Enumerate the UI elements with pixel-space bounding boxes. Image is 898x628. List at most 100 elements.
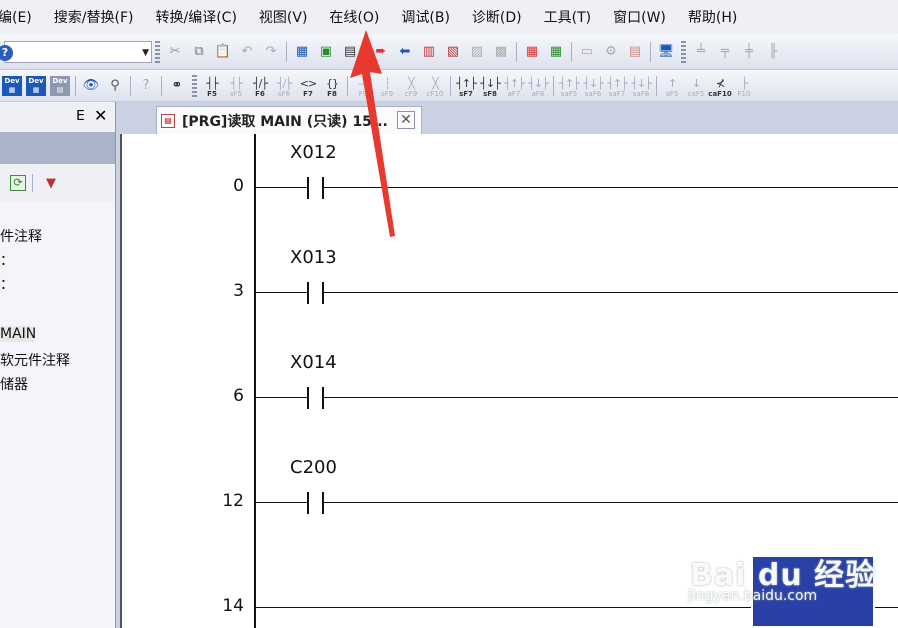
fkey-falling-edge-parallel[interactable]: ┤↓├ aF8 xyxy=(527,73,549,99)
ladder-insert-col-icon[interactable]: ╪ xyxy=(738,41,760,63)
device-test-icon[interactable]: ▦ xyxy=(545,41,567,63)
fkey-closed-contact[interactable]: ┤/├ F6 xyxy=(249,73,271,99)
watermark-url: jingyan.baidu.com xyxy=(688,588,818,604)
toolbar-grip[interactable] xyxy=(681,40,686,63)
rung-wire xyxy=(324,397,898,398)
menu-online[interactable]: 在线(O) xyxy=(329,7,379,27)
sampling-icon[interactable]: ▭ xyxy=(576,41,598,63)
toolbar-separator xyxy=(75,75,76,96)
rung-step-number: 6 xyxy=(233,386,244,406)
tree-item-device-comment[interactable]: 件注释 xyxy=(0,226,42,246)
menu-diagnostics[interactable]: 诊断(D) xyxy=(472,7,522,27)
fkey-open-contact[interactable]: ┤├ F5 xyxy=(201,73,223,99)
contact-device-label[interactable]: X014 xyxy=(290,352,337,373)
diagnose-icon[interactable]: ▤ xyxy=(624,41,646,63)
toolbar-grip[interactable] xyxy=(155,40,160,63)
device-read-icon[interactable]: Dev ▦ xyxy=(2,75,22,96)
panel-title-band xyxy=(0,132,115,164)
device-compare-icon[interactable]: Dev ▤ xyxy=(50,75,70,96)
fkey-coil[interactable]: <> F7 xyxy=(297,73,319,99)
menu-tools[interactable]: 工具(T) xyxy=(544,7,591,27)
contact-right-bar xyxy=(322,492,324,514)
rung-wire xyxy=(256,187,308,188)
fkey-open-contact-parallel[interactable]: ┤├ sF5 xyxy=(225,73,247,99)
display-icon[interactable]: 🖥 xyxy=(655,41,677,63)
contact-left-bar xyxy=(307,282,309,304)
menu-view[interactable]: 视图(V) xyxy=(259,7,308,27)
fkey-invert[interactable]: ⊀ caF10 xyxy=(708,73,731,99)
panel-toolbar: ⟳ ▼ xyxy=(0,164,115,202)
menu-window[interactable]: 窗口(W) xyxy=(613,7,666,27)
watch-icon[interactable]: 👁 xyxy=(80,75,102,97)
cut-icon[interactable]: ✂ xyxy=(164,41,186,63)
rung-step-number: 14 xyxy=(222,596,244,616)
ladder-delete-row-icon[interactable]: ╤ xyxy=(714,41,736,63)
fkey-rising-edge[interactable]: ┤↑├ sF7 xyxy=(455,73,477,99)
toolbar-separator xyxy=(650,41,651,62)
write-to-plc-icon[interactable]: ▦ xyxy=(291,41,313,63)
contact-device-label[interactable]: X013 xyxy=(290,247,337,268)
tree-item[interactable]: ： xyxy=(0,274,14,294)
pin-icon[interactable]: ⴹ xyxy=(76,108,85,124)
monitor-write-icon[interactable]: ▨ xyxy=(466,41,488,63)
fkey-neg-falling-edge[interactable]: ┤↓├ saF6 xyxy=(582,73,604,99)
fkey-op-rising[interactable]: ↑ aF5 xyxy=(661,73,683,99)
contact-device-label[interactable]: X012 xyxy=(290,142,337,163)
redo-icon[interactable]: ↷ xyxy=(260,41,282,63)
fkey-neg-falling-edge-parallel[interactable]: ┤↓├ saF8 xyxy=(630,73,652,99)
undo-icon[interactable]: ↶ xyxy=(236,41,258,63)
project-tools-icon[interactable]: ▼ xyxy=(40,172,62,194)
rung-wire xyxy=(256,502,308,503)
tree-item[interactable]: ： xyxy=(0,250,14,270)
toolbar-separator xyxy=(553,75,554,96)
chevron-down-icon[interactable]: ▼ xyxy=(142,48,149,58)
monitor-icon[interactable]: ▥ xyxy=(418,41,440,63)
tree-item-memory[interactable]: 储器 xyxy=(0,374,28,394)
monitor-all-icon[interactable]: ▩ xyxy=(490,41,512,63)
menu-edit[interactable]: 编(E) xyxy=(0,7,32,27)
menu-debug[interactable]: 调试(B) xyxy=(401,7,450,27)
contact-device-label[interactable]: C200 xyxy=(290,457,337,478)
paste-icon[interactable]: 📋 xyxy=(212,41,234,63)
device-write-icon[interactable]: Dev ▦ xyxy=(26,75,46,96)
program-icon: ▤ xyxy=(161,113,175,128)
menu-convert-compile[interactable]: 转换/编译(C) xyxy=(155,7,236,27)
fkey-f10[interactable]: ├ F10 xyxy=(733,73,755,99)
read-from-plc-icon[interactable]: ▣ xyxy=(315,41,337,63)
toolbar-grip[interactable] xyxy=(192,74,197,97)
menu-search-replace[interactable]: 搜索/替换(F) xyxy=(54,7,134,27)
tree-item-soft-device-comment[interactable]: 软元件注释 xyxy=(0,350,70,370)
ladder-insert-row-icon[interactable]: ╧ xyxy=(690,41,712,63)
close-icon[interactable]: ✕ xyxy=(94,106,107,125)
fkey-op-falling[interactable]: ↓ caF5 xyxy=(685,73,707,99)
contact-left-bar xyxy=(307,387,309,409)
refresh-icon[interactable]: ⟳ xyxy=(10,175,26,191)
copy-icon[interactable]: ⧉ xyxy=(188,41,210,63)
contact-left-bar xyxy=(307,177,309,199)
toolbar-combo[interactable]: ? ▼ xyxy=(0,40,152,63)
rung-wire xyxy=(256,292,308,293)
binoculars-icon[interactable]: ⚭ xyxy=(166,75,188,97)
help-icon[interactable]: ? xyxy=(135,75,157,97)
fkey-neg-rising-edge-parallel[interactable]: ┤↑├ saF7 xyxy=(606,73,628,99)
left-power-rail xyxy=(254,134,256,628)
monitor-stop-icon[interactable]: ▧ xyxy=(442,41,464,63)
fkey-rising-edge-parallel[interactable]: ┤↑├ aF7 xyxy=(503,73,525,99)
contact-left-bar xyxy=(307,492,309,514)
toolbar-separator xyxy=(130,75,131,96)
toolbar-separator xyxy=(571,41,572,62)
trace-icon[interactable]: ⚙ xyxy=(600,41,622,63)
fkey-closed-contact-parallel[interactable]: ┤/├ sF6 xyxy=(273,73,295,99)
device-monitor-icon[interactable]: ▦ xyxy=(521,41,543,63)
search-device-icon[interactable]: ⚲ xyxy=(104,75,126,97)
contact-right-bar xyxy=(322,282,324,304)
fkey-falling-edge[interactable]: ┤↓├ sF8 xyxy=(479,73,501,99)
help-icon[interactable]: ? xyxy=(0,44,13,61)
menu-help[interactable]: 帮助(H) xyxy=(688,7,737,27)
tree-item-main[interactable]: MAIN xyxy=(0,326,36,342)
fkey-delete-vertical[interactable]: ╳ cF10 xyxy=(424,73,446,99)
ladder-extra-icon[interactable]: ╟ xyxy=(762,41,784,63)
rung-wire xyxy=(324,292,898,293)
navigation-panel: ⴹ ✕ ⟳ ▼ 件注释 ： ： MAIN 软元件注释 储器 xyxy=(0,102,116,628)
fkey-neg-rising-edge[interactable]: ┤↑├ saF5 xyxy=(558,73,580,99)
